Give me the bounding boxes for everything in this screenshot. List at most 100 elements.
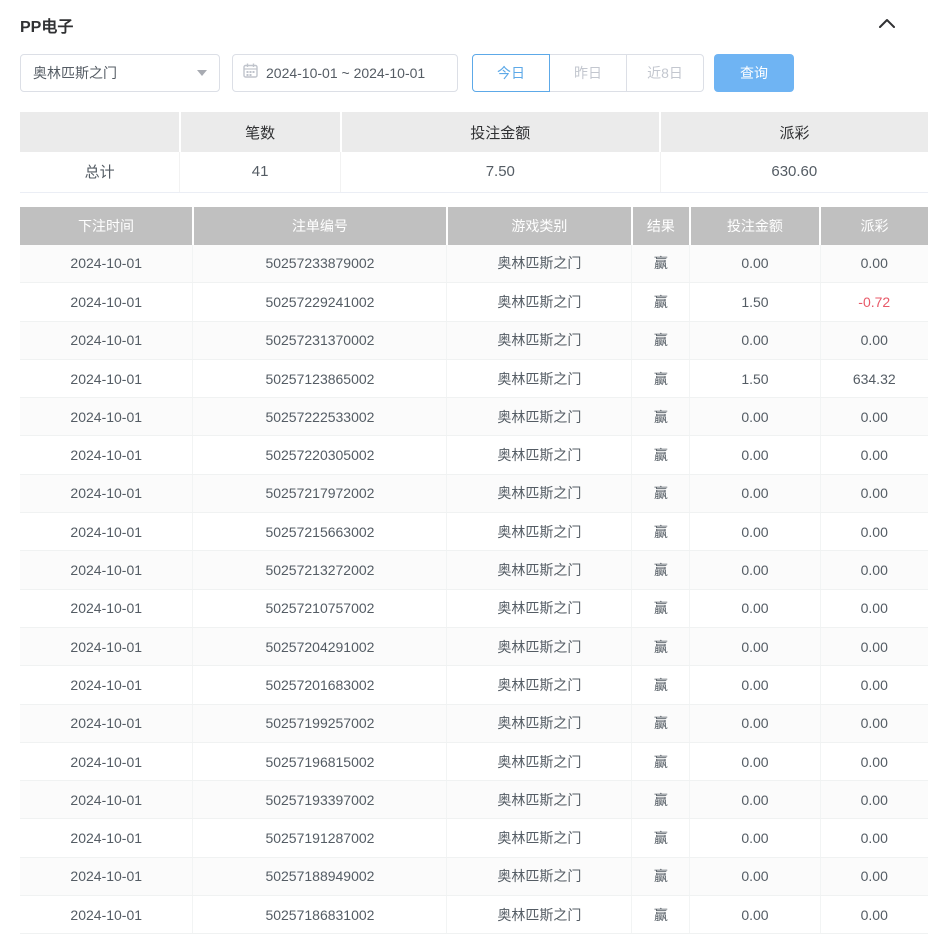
cell-game-category: 奥林匹斯之门 bbox=[446, 627, 633, 667]
records-header-game-category: 游戏类别 bbox=[446, 206, 633, 245]
cell-bet-amount: 0.00 bbox=[689, 550, 821, 590]
cell-bet-amount: 0.00 bbox=[689, 857, 821, 897]
summary-header-count: 笔数 bbox=[179, 112, 342, 152]
cell-bet-time: 2024-10-01 bbox=[20, 359, 194, 399]
summary-table: 笔数 投注金额 派彩 总计 41 7.50 630.60 bbox=[20, 112, 928, 193]
cell-result: 赢 bbox=[631, 704, 691, 743]
cell-result: 赢 bbox=[631, 474, 691, 514]
page-title: PP电子 bbox=[20, 18, 74, 36]
cell-bet-time: 2024-10-01 bbox=[20, 895, 194, 934]
table-row: 2024-10-01 50257123865002 奥林匹斯之门 赢 1.50 … bbox=[20, 359, 928, 399]
chevron-up-icon bbox=[878, 17, 896, 32]
cell-bet-amount: 1.50 bbox=[689, 282, 821, 322]
quick-date-button-group: 今日 昨日 近8日 bbox=[472, 54, 704, 92]
cell-bet-time: 2024-10-01 bbox=[20, 742, 194, 782]
cell-ticket-number: 50257193397002 bbox=[192, 780, 448, 820]
table-row: 2024-10-01 50257191287002 奥林匹斯之门 赢 0.00 … bbox=[20, 818, 928, 858]
cell-result: 赢 bbox=[631, 435, 691, 475]
date-range-picker[interactable]: 2024-10-01 ~ 2024-10-01 bbox=[232, 54, 458, 92]
cell-game-category: 奥林匹斯之门 bbox=[446, 244, 633, 284]
cell-payout: 0.00 bbox=[820, 397, 928, 437]
summary-total-row: 总计 41 7.50 630.60 bbox=[20, 152, 928, 193]
table-row: 2024-10-01 50257215663002 奥林匹斯之门 赢 0.00 … bbox=[20, 512, 928, 552]
cell-bet-amount: 1.50 bbox=[689, 359, 821, 399]
yesterday-button[interactable]: 昨日 bbox=[549, 54, 627, 92]
cell-payout: 0.00 bbox=[820, 818, 928, 858]
table-row: 2024-10-01 50257201683002 奥林匹斯之门 赢 0.00 … bbox=[20, 665, 928, 705]
table-row: 2024-10-01 50257231370002 奥林匹斯之门 赢 0.00 … bbox=[20, 321, 928, 360]
cell-game-category: 奥林匹斯之门 bbox=[446, 818, 633, 858]
cell-ticket-number: 50257191287002 bbox=[192, 818, 448, 858]
cell-bet-amount: 0.00 bbox=[689, 244, 821, 284]
cell-bet-time: 2024-10-01 bbox=[20, 780, 194, 820]
cell-bet-amount: 0.00 bbox=[689, 397, 821, 437]
cell-result: 赢 bbox=[631, 321, 691, 360]
calendar-icon bbox=[243, 63, 258, 83]
table-row: 2024-10-01 50257199257002 奥林匹斯之门 赢 0.00 … bbox=[20, 704, 928, 743]
cell-game-category: 奥林匹斯之门 bbox=[446, 359, 633, 399]
cell-bet-amount: 0.00 bbox=[689, 665, 821, 705]
records-header-result: 结果 bbox=[631, 206, 691, 245]
cell-bet-time: 2024-10-01 bbox=[20, 857, 194, 897]
table-row: 2024-10-01 50257217972002 奥林匹斯之门 赢 0.00 … bbox=[20, 474, 928, 514]
search-button[interactable]: 查询 bbox=[714, 54, 794, 92]
table-row: 2024-10-01 50257233879002 奥林匹斯之门 赢 0.00 … bbox=[20, 244, 928, 284]
date-range-value: 2024-10-01 ~ 2024-10-01 bbox=[266, 65, 426, 81]
cell-ticket-number: 50257199257002 bbox=[192, 704, 448, 743]
cell-bet-time: 2024-10-01 bbox=[20, 512, 194, 552]
cell-result: 赢 bbox=[631, 665, 691, 705]
summary-header-payout: 派彩 bbox=[660, 112, 928, 152]
chevron-down-icon bbox=[197, 70, 207, 76]
cell-game-category: 奥林匹斯之门 bbox=[446, 397, 633, 437]
cell-game-category: 奥林匹斯之门 bbox=[446, 857, 633, 897]
records-header-bet-time: 下注时间 bbox=[20, 206, 194, 245]
cell-bet-amount: 0.00 bbox=[689, 474, 821, 514]
cell-payout: 0.00 bbox=[820, 435, 928, 475]
game-select[interactable]: 奥林匹斯之门 bbox=[20, 54, 220, 92]
collapse-button[interactable] bbox=[872, 13, 902, 36]
table-row: 2024-10-01 50257229241002 奥林匹斯之门 赢 1.50 … bbox=[20, 282, 928, 322]
cell-payout: 0.00 bbox=[820, 780, 928, 820]
panel: PP电子 奥林匹斯之门 2024-10-01 ~ 2024-10-01 今日 昨… bbox=[0, 0, 948, 934]
cell-payout: 0.00 bbox=[820, 244, 928, 284]
cell-bet-amount: 0.00 bbox=[689, 512, 821, 552]
cell-bet-time: 2024-10-01 bbox=[20, 589, 194, 628]
panel-header: PP电子 bbox=[20, 0, 928, 36]
cell-ticket-number: 50257204291002 bbox=[192, 627, 448, 667]
records-header-payout: 派彩 bbox=[820, 206, 928, 245]
cell-payout: 634.32 bbox=[820, 359, 928, 399]
records-header-bet-amount: 投注金额 bbox=[689, 206, 822, 245]
today-button[interactable]: 今日 bbox=[472, 54, 550, 92]
cell-game-category: 奥林匹斯之门 bbox=[446, 780, 633, 820]
cell-payout: 0.00 bbox=[820, 589, 928, 628]
cell-bet-time: 2024-10-01 bbox=[20, 244, 194, 284]
summary-header-blank bbox=[20, 112, 181, 152]
cell-bet-amount: 0.00 bbox=[689, 435, 821, 475]
cell-ticket-number: 50257201683002 bbox=[192, 665, 448, 705]
cell-bet-time: 2024-10-01 bbox=[20, 550, 194, 590]
cell-game-category: 奥林匹斯之门 bbox=[446, 895, 633, 934]
cell-ticket-number: 50257229241002 bbox=[192, 282, 448, 322]
cell-game-category: 奥林匹斯之门 bbox=[446, 435, 633, 475]
cell-payout: 0.00 bbox=[820, 627, 928, 667]
records-table-body: 2024-10-01 50257233879002 奥林匹斯之门 赢 0.00 … bbox=[20, 244, 928, 934]
last-8-days-button[interactable]: 近8日 bbox=[626, 54, 704, 92]
cell-ticket-number: 50257233879002 bbox=[192, 244, 448, 284]
cell-ticket-number: 50257222533002 bbox=[192, 397, 448, 437]
cell-payout: 0.00 bbox=[820, 474, 928, 514]
cell-bet-amount: 0.00 bbox=[689, 895, 821, 934]
cell-result: 赢 bbox=[631, 818, 691, 858]
cell-payout: 0.00 bbox=[820, 550, 928, 590]
summary-total-count: 41 bbox=[179, 152, 341, 193]
cell-payout: 0.00 bbox=[820, 665, 928, 705]
cell-bet-time: 2024-10-01 bbox=[20, 818, 194, 858]
cell-result: 赢 bbox=[631, 512, 691, 552]
cell-ticket-number: 50257231370002 bbox=[192, 321, 448, 360]
cell-payout: 0.00 bbox=[820, 704, 928, 743]
table-row: 2024-10-01 50257186831002 奥林匹斯之门 赢 0.00 … bbox=[20, 895, 928, 934]
cell-result: 赢 bbox=[631, 627, 691, 667]
cell-bet-time: 2024-10-01 bbox=[20, 665, 194, 705]
cell-payout: 0.00 bbox=[820, 512, 928, 552]
cell-bet-amount: 0.00 bbox=[689, 589, 821, 628]
cell-bet-amount: 0.00 bbox=[689, 780, 821, 820]
